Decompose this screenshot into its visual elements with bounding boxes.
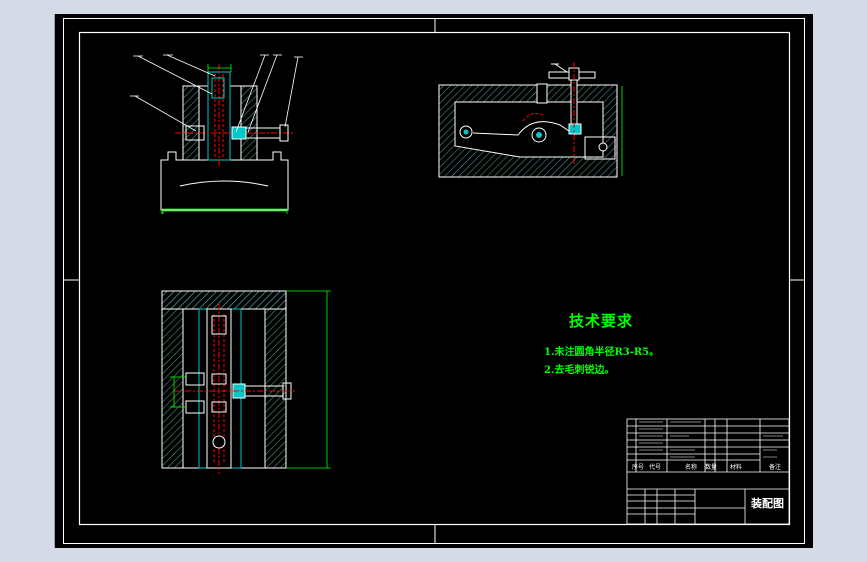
front-view [130,54,303,214]
title-block-header-remark: 备注 [769,464,782,471]
title-block-header-name: 名称 [685,464,698,471]
title-block-header-material: 材料 [730,464,743,471]
technical-requirements-title: 技术要求 [569,312,634,330]
requirement-line-2: 2.去毛刺锐边。 [544,365,615,376]
requirement-line-1: 1.未注圆角半径R3-R5。 [544,347,660,358]
title-block-rows [639,421,783,458]
title-block-header-code: 代号 [649,464,662,471]
title-block-header-qty: 数量 [705,464,718,471]
side-view [438,62,623,178]
title-block-header-index: 序号 [632,464,645,471]
drawing-name: 装配图 [751,497,784,510]
cad-viewport[interactable]: 技术要求 1.未注圆角半径R3-R5。 2.去毛刺锐边。 序号 代号 名称 数量… [54,14,813,548]
top-view [161,290,331,474]
assembly-drawing [63,18,805,544]
